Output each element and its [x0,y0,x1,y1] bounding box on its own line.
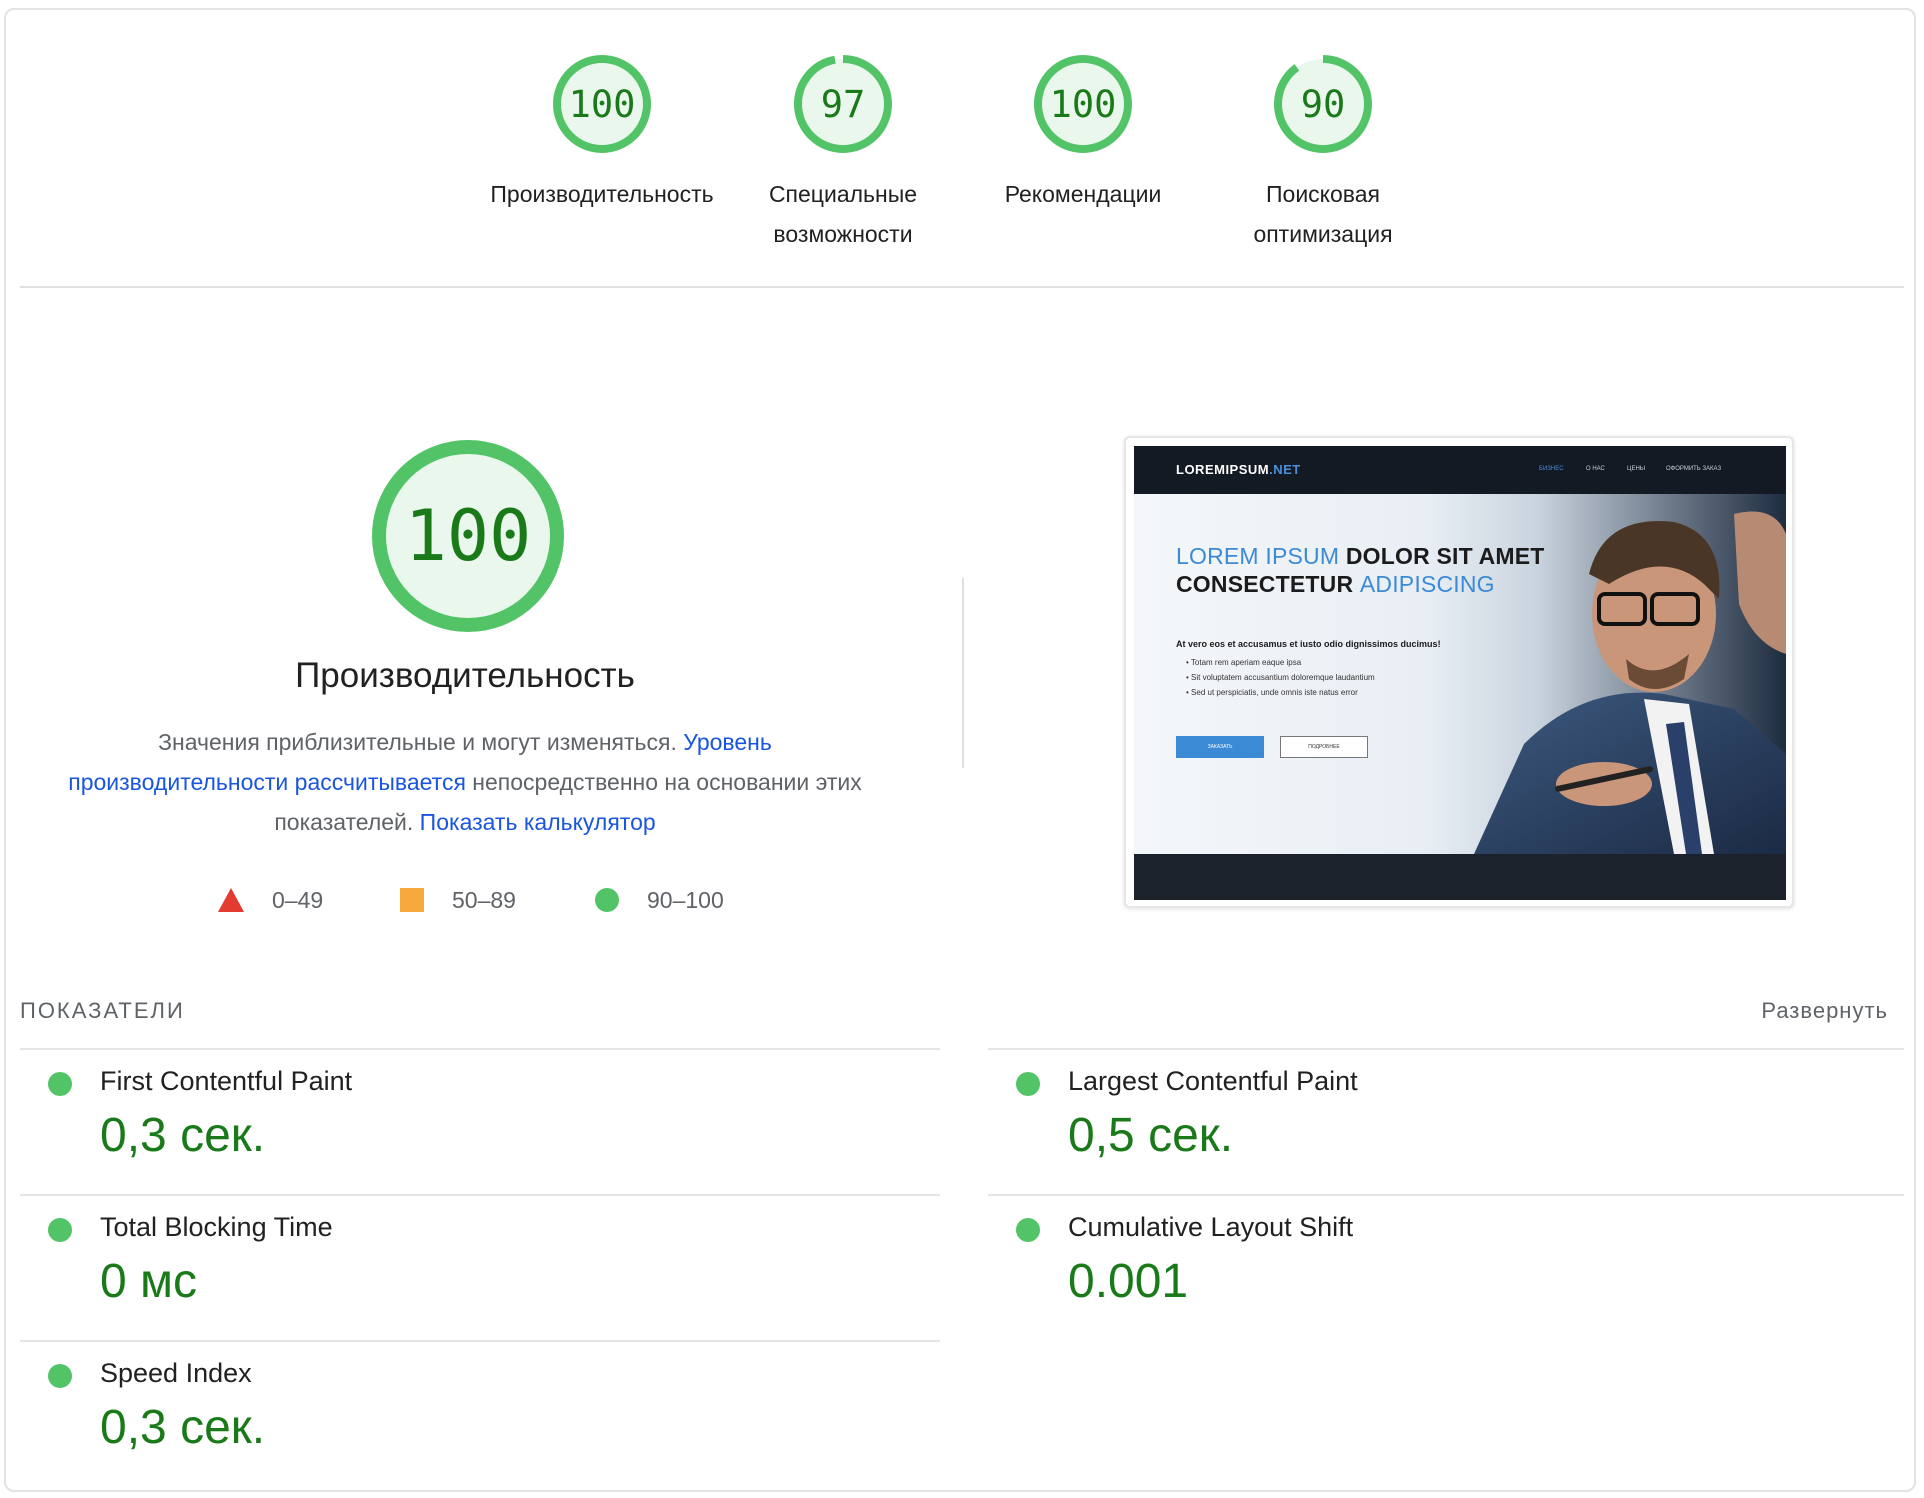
metric-value: 0,5 сек. [1068,1109,1234,1162]
site-hero-subtitle: At vero eos et accusamus et iusto odio d… [1176,639,1441,649]
performance-score: 100 [405,495,531,577]
metric-tbt: Total Blocking Time 0 мс [20,1196,920,1342]
legend-label: 50–89 [452,886,516,913]
performance-score-gauge: 100 [372,440,564,632]
category-gauges: 100 Производительность 97 Специальные во… [0,0,1924,280]
site-navbar: LOREMIPSUM.NET БИЗНЕС О НАС ЦЕНЫ ОФОРМИТ… [1134,446,1786,494]
circle-icon [595,888,619,912]
gauge-label: Специальные возможности [768,181,918,247]
score-legend: 0–49 50–89 90–100 [0,880,930,920]
pass-circle-icon [48,1072,72,1096]
desc-text: Значения приблизительные и могут изменят… [158,729,684,755]
expand-toggle[interactable]: Развернуть [1761,998,1888,1024]
show-calculator-link[interactable]: Показать калькулятор [420,809,656,835]
gauge-score: 90 [1301,83,1346,126]
site-hero-list: Totam rem aperiam eaque ipsa Sit volupta… [1186,655,1375,700]
final-screenshot[interactable]: LOREMIPSUM.NET БИЗНЕС О НАС ЦЕНЫ ОФОРМИТ… [1124,436,1794,908]
pass-circle-icon [1016,1218,1040,1242]
site-nav-item: БИЗНЕС [1539,466,1564,472]
site-order-button: ЗАКАЗАТЬ [1176,736,1264,758]
site-nav-item: О НАС [1586,466,1605,472]
score-ring-icon: 100 [1034,55,1132,153]
metric-name: Cumulative Layout Shift [1068,1212,1354,1242]
vertical-divider [962,578,964,768]
site-footer [1134,854,1786,900]
legend-pass: 90–100 [595,880,724,920]
site-more-button: ПОДРОБНЕЕ [1280,736,1368,758]
performance-description: Значения приблизительные и могут изменят… [50,722,880,842]
legend-label: 0–49 [272,886,324,913]
legend-fail: 0–49 [218,880,323,920]
score-ring-icon: 90 [1274,55,1372,153]
metric-fcp: First Contentful Paint 0,3 сек. [20,1050,920,1196]
divider [20,286,1904,288]
square-icon [400,888,424,912]
metric-speed-index: Speed Index 0,3 сек. [20,1342,920,1488]
pass-circle-icon [1016,1072,1040,1096]
gauge-score: 100 [569,83,636,126]
list-item: Sed ut perspiciatis, unde omnis iste nat… [1186,685,1375,700]
pass-circle-icon [48,1218,72,1242]
site-nav-item: ЦЕНЫ [1627,466,1646,472]
gauge-label: Рекомендации [1004,181,1162,207]
gauge-score: 97 [821,83,866,126]
metric-name: Largest Contentful Paint [1068,1066,1358,1096]
metric-lcp: Largest Contentful Paint 0,5 сек. [988,1050,1888,1196]
pass-circle-icon [48,1364,72,1388]
metric-cls: Cumulative Layout Shift 0.001 [988,1196,1888,1342]
triangle-icon [218,888,244,912]
metric-value: 0,3 сек. [100,1401,266,1454]
metric-value: 0.001 [1068,1255,1189,1308]
gauge-label: Производительность [490,181,714,207]
metric-name: Speed Index [100,1358,252,1388]
metrics-header: ПОКАЗАТЕЛИ [20,998,185,1023]
metric-value: 0 мс [100,1255,198,1308]
gauge-accessibility[interactable]: 97 Специальные возможности [713,52,973,254]
legend-average: 50–89 [400,880,516,920]
gauge-score: 100 [1050,83,1117,126]
screenshot-image: LOREMIPSUM.NET БИЗНЕС О НАС ЦЕНЫ ОФОРМИТ… [1134,446,1786,900]
legend-label: 90–100 [647,886,724,913]
score-ring-icon: 100 [553,55,651,153]
performance-title: Производительность [295,656,635,695]
site-nav-item: ОФОРМИТЬ ЗАКАЗ [1666,466,1722,472]
list-item: Sit voluptatem accusantium doloremque la… [1186,670,1375,685]
gauge-best-practices[interactable]: 100 Рекомендации [953,52,1213,214]
metric-name: Total Blocking Time [100,1212,333,1242]
site-hero-title: LOREM IPSUM DOLOR SIT AMET CONSECTETUR AD… [1176,543,1545,597]
metric-name: First Contentful Paint [100,1066,353,1096]
metric-value: 0,3 сек. [100,1109,266,1162]
gauge-label: Поисковая оптимизация [1253,181,1393,247]
list-item: Totam rem aperiam eaque ipsa [1186,655,1375,670]
site-logo: LOREMIPSUM.NET [1176,462,1301,477]
gauge-performance[interactable]: 100 Производительность [472,52,732,214]
gauge-seo[interactable]: 90 Поисковая оптимизация [1193,52,1453,254]
score-ring-icon: 97 [794,55,892,153]
